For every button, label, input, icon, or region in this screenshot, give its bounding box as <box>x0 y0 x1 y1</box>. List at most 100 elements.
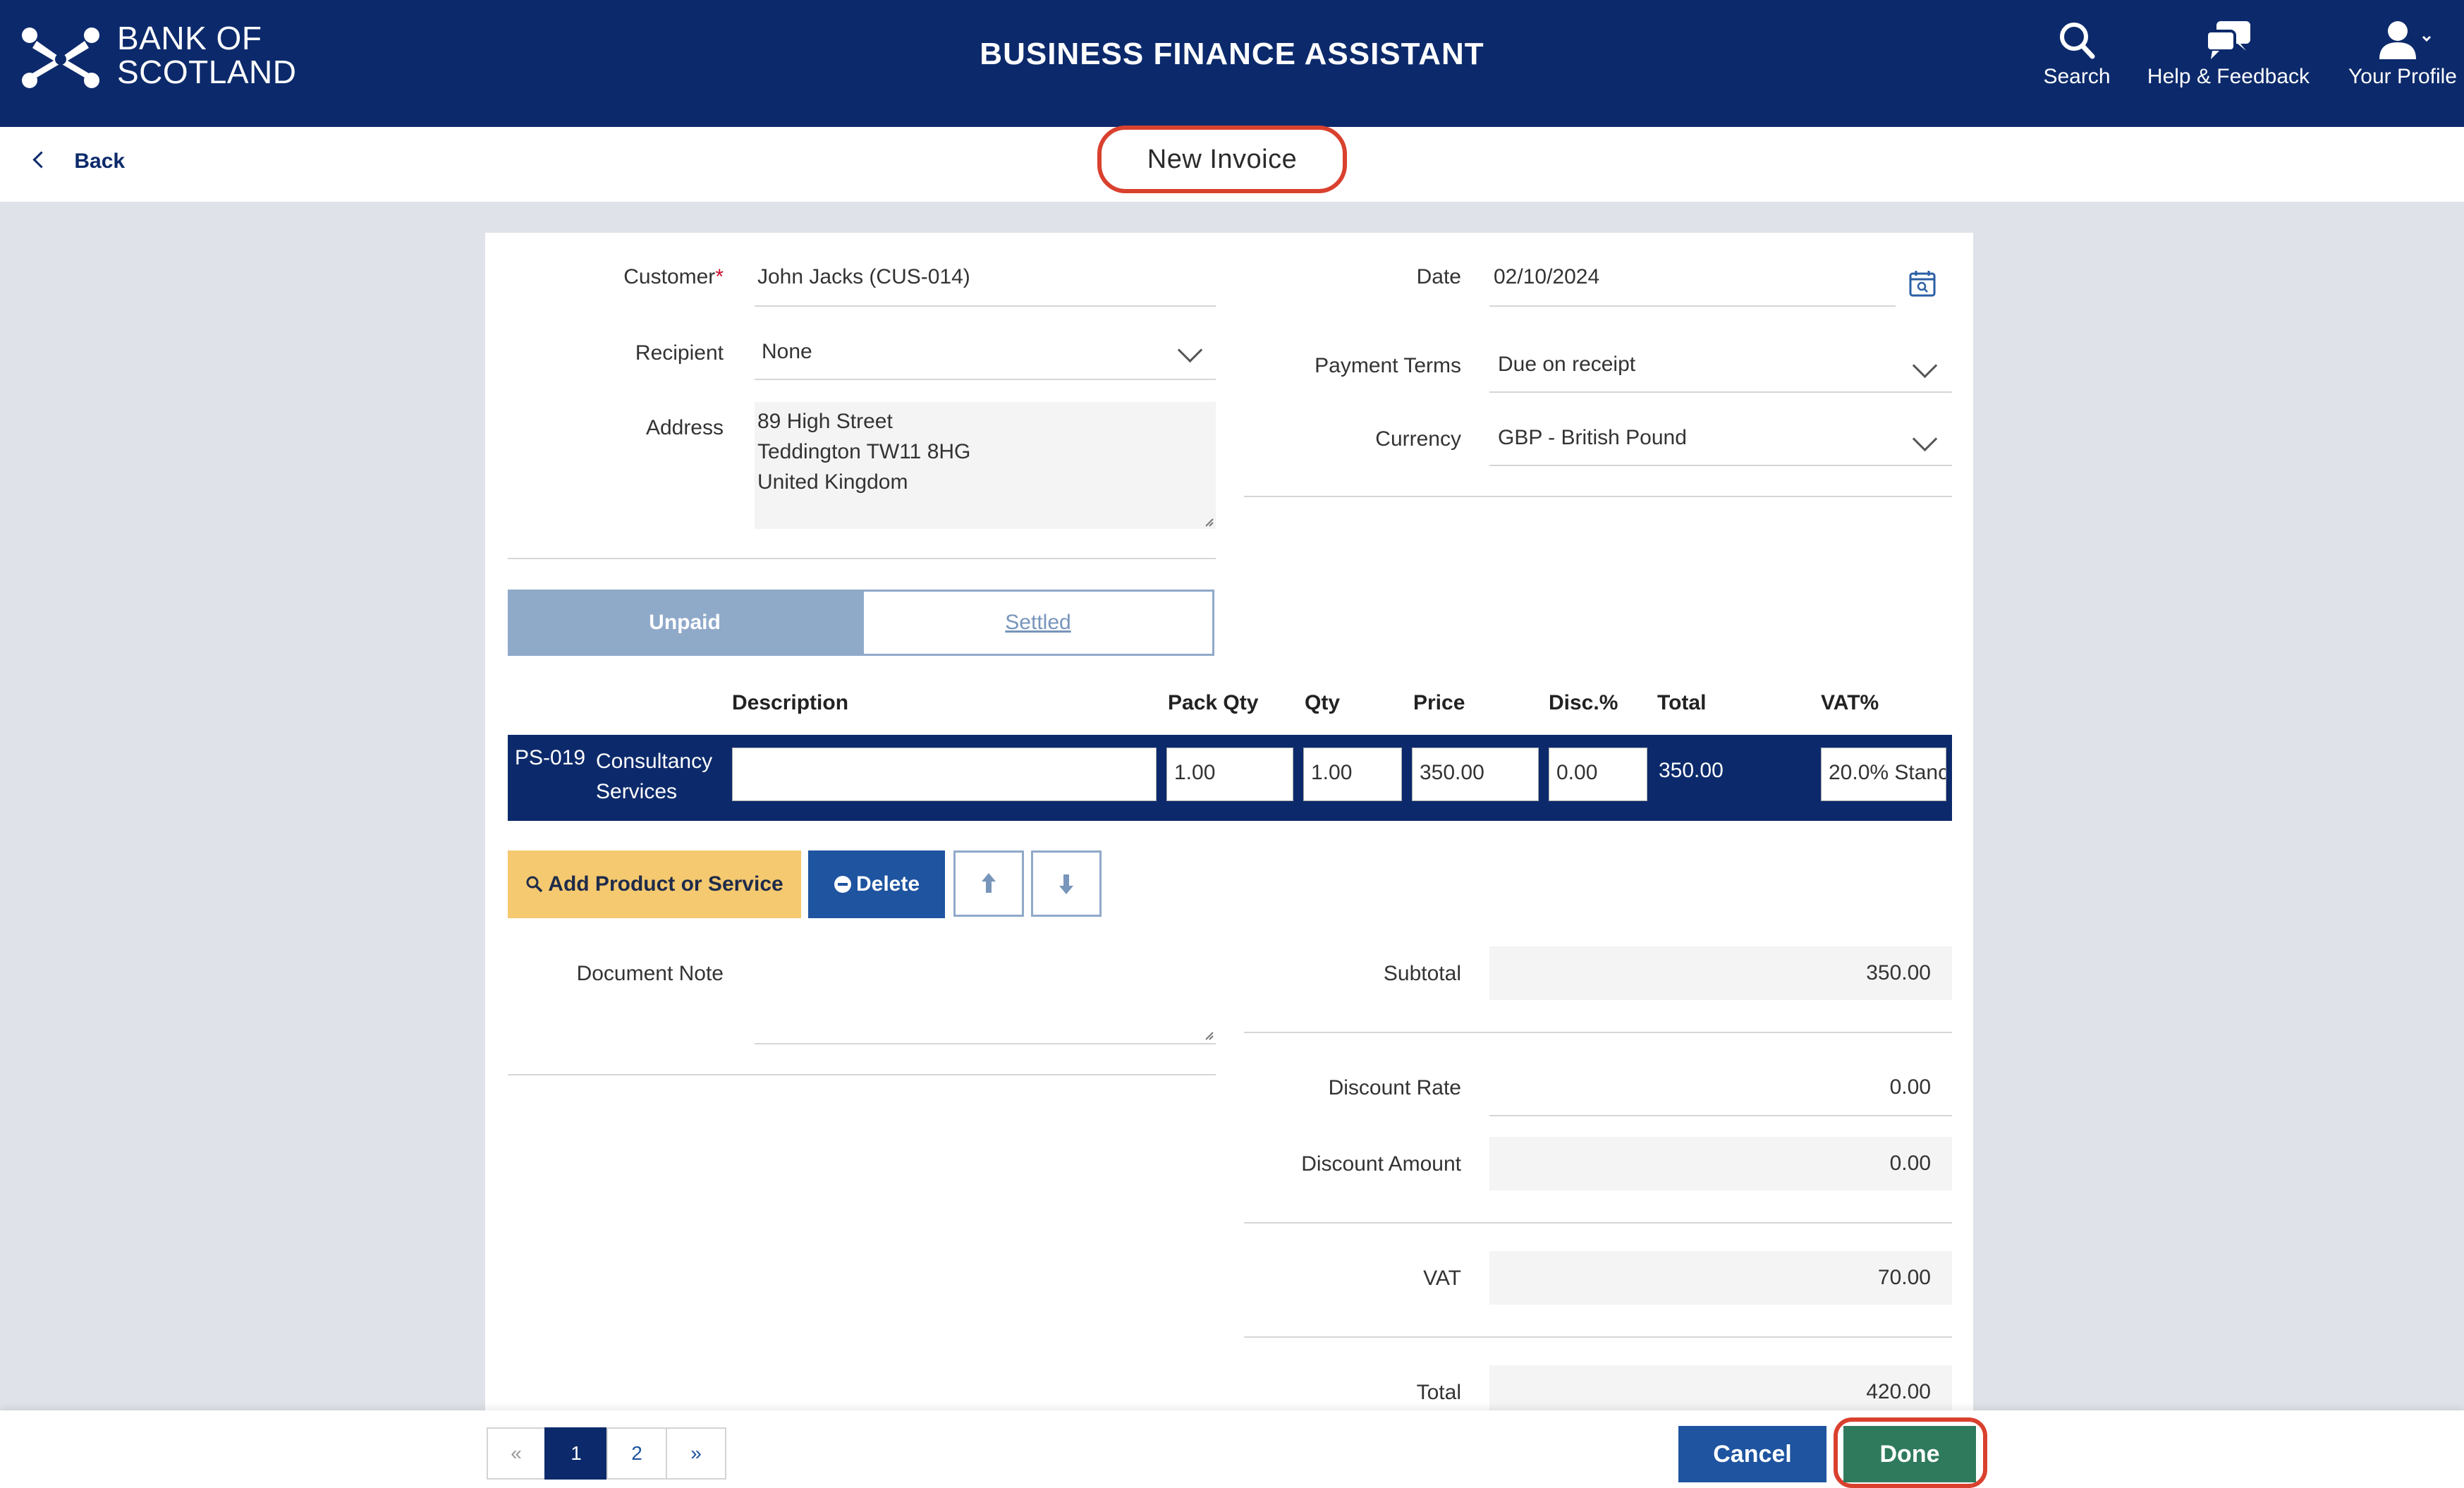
vat-value: 70.00 <box>1489 1251 1952 1305</box>
chevron-left-icon <box>32 151 50 169</box>
page-title: New Invoice <box>1147 145 1298 174</box>
divider <box>1489 465 1952 466</box>
done-button[interactable]: Done <box>1843 1426 1976 1482</box>
move-up-button[interactable] <box>953 850 1024 917</box>
discount-rate-input[interactable]: 0.00 <box>1489 1061 1952 1114</box>
column-header-vat: VAT% <box>1821 691 1879 714</box>
profile-label: Your Profile <box>2348 65 2457 88</box>
invoice-form-panel <box>485 233 1973 1410</box>
delete-label: Delete <box>855 872 920 896</box>
divider <box>755 1043 1216 1044</box>
search-icon <box>2060 23 2095 59</box>
search-label: Search <box>2043 65 2111 88</box>
item-name-line1: Consultancy <box>596 750 713 773</box>
item-name: Consultancy Services <box>596 746 712 807</box>
discount-input[interactable]: 0.00 <box>1549 748 1647 801</box>
date-field[interactable]: 02/10/2024 <box>1494 265 1599 289</box>
cancel-button[interactable]: Cancel <box>1678 1426 1826 1482</box>
required-mark: * <box>715 265 724 288</box>
column-header-total: Total <box>1657 691 1707 714</box>
discount-amount-label: Discount Amount <box>1301 1152 1461 1176</box>
document-note-label: Document Note <box>576 962 724 985</box>
tab-settled[interactable]: Settled <box>862 590 1214 656</box>
currency-select[interactable]: GBP - British Pound <box>1489 410 1952 465</box>
price-input[interactable]: 350.00 <box>1412 748 1539 801</box>
help-feedback-button[interactable]: Help & Feedback <box>2144 20 2313 111</box>
qty-input[interactable]: 1.00 <box>1303 748 1402 801</box>
column-header-description: Description <box>732 691 849 714</box>
address-line1: 89 High Street <box>757 410 893 433</box>
divider <box>1489 1115 1952 1116</box>
pagination-prev[interactable]: « <box>487 1427 546 1480</box>
tab-unpaid[interactable]: Unpaid <box>508 590 862 656</box>
add-product-label: Add Product or Service <box>548 872 783 896</box>
arrow-up-icon <box>982 873 996 893</box>
arrow-down-icon <box>1059 874 1073 894</box>
search-button[interactable]: Search <box>2031 20 2123 111</box>
line-total: 350.00 <box>1659 759 1724 782</box>
pagination-page-1[interactable]: 1 <box>544 1427 608 1480</box>
help-feedback-label: Help & Feedback <box>2147 65 2310 88</box>
item-code: PS-019 <box>515 746 586 769</box>
profile-button[interactable]: Your Profile <box>2341 20 2464 111</box>
description-input[interactable] <box>732 748 1157 801</box>
divider <box>1244 496 1952 497</box>
chevron-down-icon <box>1912 353 1938 379</box>
column-header-qty: Qty <box>1305 691 1341 714</box>
address-textarea[interactable]: 89 High Street Teddington TW11 8HG Unite… <box>755 402 1216 529</box>
back-link[interactable]: Back <box>32 150 126 173</box>
vat-rate-input[interactable]: 20.0% Stanc <box>1821 748 1946 801</box>
column-header-disc: Disc.% <box>1549 691 1618 714</box>
address-label: Address <box>645 416 724 439</box>
address-line2: Teddington TW11 8HG <box>757 440 971 463</box>
payment-terms-label: Payment Terms <box>1315 354 1461 377</box>
chevron-down-icon <box>1177 337 1203 363</box>
payment-terms-select[interactable]: Due on receipt <box>1489 337 1952 392</box>
customer-label: Customer* <box>508 265 724 289</box>
pack-qty-input[interactable]: 1.00 <box>1166 748 1293 801</box>
document-note-textarea[interactable] <box>755 952 1216 1044</box>
discount-amount-value: 0.00 <box>1489 1137 1952 1190</box>
date-label: Date <box>1416 265 1461 288</box>
footer-bar <box>0 1410 2464 1488</box>
item-name-line2: Services <box>596 780 678 803</box>
divider <box>1489 391 1952 393</box>
column-header-price: Price <box>1413 691 1465 714</box>
page-title-highlight: New Invoice <box>1097 126 1347 193</box>
column-header-pack-qty: Pack Qty <box>1168 691 1259 714</box>
divider <box>755 305 1216 307</box>
divider <box>508 558 1216 559</box>
customer-label-text: Customer <box>623 265 716 288</box>
divider <box>1244 1032 1952 1033</box>
divider <box>1244 1336 1952 1338</box>
chat-bubbles-icon <box>2205 21 2250 59</box>
pagination-page-2[interactable]: 2 <box>606 1427 667 1480</box>
subtotal-label: Subtotal <box>1383 962 1461 985</box>
divider <box>508 1074 1216 1075</box>
payment-terms-value: Due on receipt <box>1498 353 1636 376</box>
search-icon <box>526 876 543 893</box>
delete-button[interactable]: Delete <box>808 850 945 918</box>
chevron-down-icon <box>1912 426 1938 452</box>
divider <box>1489 305 1896 307</box>
divider <box>755 379 1216 380</box>
address-line3: United Kingdom <box>757 470 908 494</box>
calendar-icon[interactable] <box>1908 269 1937 298</box>
discount-rate-label: Discount Rate <box>1328 1076 1461 1099</box>
resize-handle-icon[interactable] <box>1203 516 1214 527</box>
user-profile-icon <box>2379 21 2432 59</box>
total-label: Total <box>1416 1381 1461 1404</box>
add-product-button[interactable]: Add Product or Service <box>508 850 801 918</box>
subtotal-value: 350.00 <box>1489 946 1952 1000</box>
currency-value: GBP - British Pound <box>1498 426 1687 449</box>
resize-handle-icon[interactable] <box>1203 1030 1214 1041</box>
back-label: Back <box>74 150 126 173</box>
minus-circle-icon <box>834 876 851 893</box>
currency-label: Currency <box>1375 427 1461 451</box>
customer-field[interactable]: John Jacks (CUS-014) <box>757 265 970 289</box>
recipient-select[interactable]: None <box>755 324 1216 379</box>
move-down-button[interactable] <box>1031 850 1102 917</box>
pagination-next[interactable]: » <box>666 1427 726 1480</box>
recipient-label: Recipient <box>635 341 724 365</box>
recipient-value: None <box>762 340 812 363</box>
